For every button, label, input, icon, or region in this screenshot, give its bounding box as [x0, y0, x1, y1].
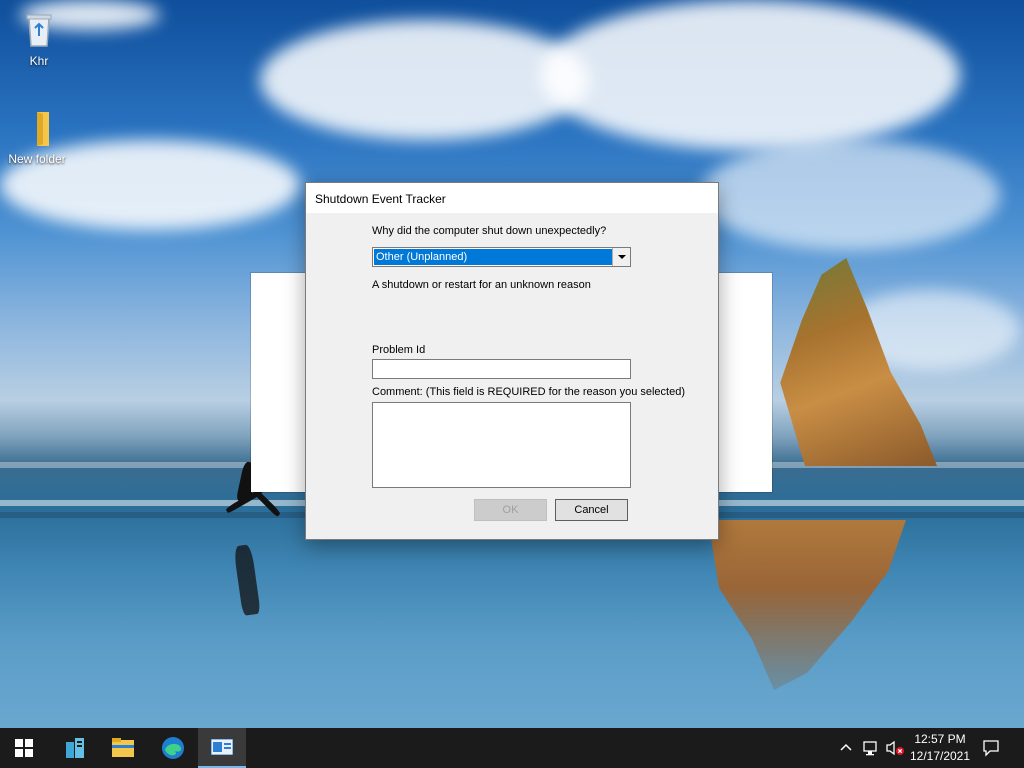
volume-tray-button[interactable] [885, 739, 905, 757]
chevron-down-icon [617, 255, 626, 259]
action-center-button[interactable] [982, 739, 1000, 757]
recycle-bin-icon [19, 10, 59, 50]
shutdown-event-tracker-dialog: Shutdown Event Tracker Why did the compu… [305, 182, 719, 540]
dialog-title: Shutdown Event Tracker [315, 192, 446, 206]
taskbar: 12:57 PM 12/17/2021 [0, 728, 1024, 768]
problem-id-input[interactable] [372, 359, 631, 379]
clock-time[interactable]: 12:57 PM [906, 732, 974, 746]
reason-dropdown[interactable]: Other (Unplanned) [372, 247, 631, 267]
rock-reflection [708, 520, 906, 690]
server-manager-button[interactable] [51, 728, 99, 768]
edge-icon [162, 737, 184, 759]
desktop-icon-new-folder[interactable]: New folder [2, 108, 72, 166]
cancel-button[interactable]: Cancel [555, 499, 628, 521]
reason-description: A shutdown or restart for an unknown rea… [372, 279, 591, 291]
notifications-icon [983, 740, 999, 757]
comment-label: Comment: (This field is REQUIRED for the… [372, 386, 686, 398]
volume-muted-icon [886, 740, 904, 756]
shutdown-tracker-taskbar-button[interactable] [198, 728, 246, 768]
reason-question: Why did the computer shut down unexpecte… [372, 225, 607, 237]
ok-button[interactable]: OK [474, 499, 547, 521]
start-icon [15, 739, 33, 757]
network-icon [863, 741, 877, 756]
reason-dropdown-value: Other (Unplanned) [374, 249, 612, 265]
start-button[interactable] [0, 728, 48, 768]
comment-textarea[interactable] [372, 402, 631, 488]
show-hidden-icons-button[interactable] [838, 740, 854, 756]
file-explorer-button[interactable] [99, 728, 147, 768]
shutdown-tracker-icon [211, 739, 233, 755]
network-tray-button[interactable] [862, 739, 880, 757]
dropdown-arrow-button[interactable] [612, 248, 630, 266]
desktop-icon-label: New folder [8, 152, 66, 166]
edge-button[interactable] [149, 728, 197, 768]
chevron-up-icon [840, 743, 852, 751]
file-explorer-icon [112, 738, 134, 757]
clock-date[interactable]: 12/17/2021 [906, 749, 974, 763]
desktop-icon-label: Khr [29, 54, 49, 68]
cloud [540, 0, 960, 150]
cloud [700, 140, 1000, 250]
dialog-titlebar[interactable]: Shutdown Event Tracker [306, 183, 718, 213]
desktop-background: Khr New folder Shutdown Event Tracker Wh… [0, 0, 1024, 728]
problem-id-label: Problem Id [372, 344, 426, 356]
desktop-icon-recycle-bin[interactable]: Khr [4, 10, 74, 68]
runner-reflection [233, 544, 261, 616]
server-manager-icon [66, 738, 84, 758]
folder-icon [17, 108, 57, 148]
